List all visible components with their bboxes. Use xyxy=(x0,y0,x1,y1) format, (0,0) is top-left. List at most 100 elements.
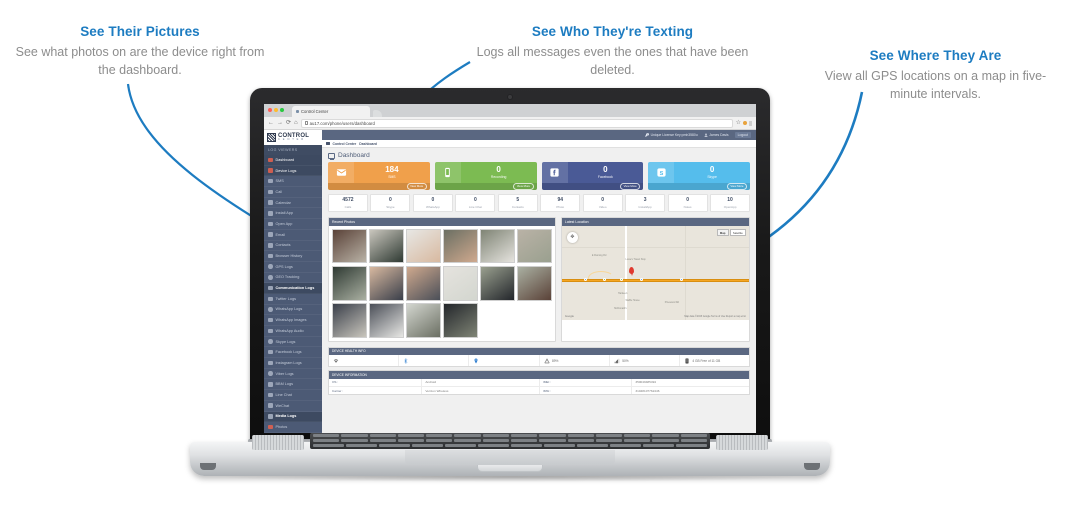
laptop-screen: Control Center ← → ⟳ ⌂ au17.com/phone/us… xyxy=(264,104,756,433)
stat-contacts[interactable]: 5 Contacts xyxy=(497,193,538,212)
sidebar-item-facebook-logs[interactable]: Facebook Logs xyxy=(264,347,322,359)
map-button[interactable]: Map xyxy=(716,228,729,237)
map-type-toggle[interactable]: Map Satellite xyxy=(716,228,746,237)
view-more-button[interactable]: View More xyxy=(726,182,747,190)
sidebar-item-bbm-logs[interactable]: BBM Logs xyxy=(264,379,322,391)
sidebar-item-open-app[interactable]: Open App xyxy=(264,219,322,230)
satellite-button[interactable]: Satellite xyxy=(729,228,746,237)
photo-thumbnail[interactable] xyxy=(369,228,404,264)
favicon-icon xyxy=(296,110,299,113)
new-tab-button[interactable] xyxy=(373,110,382,117)
sidebar-item-line-chat[interactable]: Line Chat xyxy=(264,390,322,401)
minimize-icon[interactable] xyxy=(274,108,278,112)
stat-notes[interactable]: 0 Notes xyxy=(667,193,708,212)
menu-icon[interactable] xyxy=(749,120,752,126)
photo-thumbnail[interactable] xyxy=(517,265,552,301)
sidebar-item-sms[interactable]: SMS xyxy=(264,176,322,188)
bookmark-star-icon[interactable]: ☆ xyxy=(736,120,741,126)
sidebar-item-device-logs[interactable]: Device Logs xyxy=(264,165,322,177)
photo-thumbnail[interactable] xyxy=(406,228,441,264)
photo-thumbnail[interactable] xyxy=(406,303,441,338)
card-sms[interactable]: 184 SMS View More xyxy=(328,162,430,190)
sidebar-item-email[interactable]: Email xyxy=(264,230,322,241)
stat-video[interactable]: 0 Video xyxy=(582,193,623,212)
sidebar-item-viber-logs[interactable]: Viber Logs xyxy=(264,369,322,380)
sidebar-item-geo-tracking[interactable]: GEO Tracking xyxy=(264,273,322,284)
bluetooth-icon xyxy=(403,357,409,364)
map-canvas[interactable]: ✥ Map Satellite E Flaming Rd Lowe's Trav… xyxy=(561,225,749,320)
card-label: Recording xyxy=(490,175,507,180)
view-more-button[interactable]: View More xyxy=(620,182,641,190)
photo-thumbnail[interactable] xyxy=(332,303,367,338)
sidebar-item-skype-logs[interactable]: Skype Logs xyxy=(264,337,322,348)
photo-thumbnail[interactable] xyxy=(332,228,367,264)
sidebar-item-whatsapp-images[interactable]: WhatsApp Images xyxy=(264,315,322,326)
device-information-panel: DEVICE INFORMATION OS : Android IMEI :3500… xyxy=(328,370,750,396)
stat-label: WhatsApp xyxy=(425,204,440,209)
photo-thumbnail[interactable] xyxy=(369,303,404,338)
sidebar-item-calendar[interactable]: Calendar xyxy=(264,198,322,209)
photo-thumbnail[interactable] xyxy=(406,265,441,301)
stat-calls[interactable]: 4572 Calls xyxy=(328,193,368,212)
laptop-mockup: Control Center ← → ⟳ ⌂ au17.com/phone/us… xyxy=(190,88,830,488)
sidebar-item-install-app[interactable]: Install App xyxy=(264,208,322,220)
sidebar-item-instagram-logs[interactable]: Instagram Logs xyxy=(264,358,322,369)
trackpad[interactable] xyxy=(405,450,615,464)
stat-installapp[interactable]: 3 InstallApp xyxy=(625,193,666,212)
logout-button[interactable]: Logout xyxy=(734,132,751,138)
stat-whatsapp[interactable]: 0 WhatsApp xyxy=(412,193,453,212)
card-skype[interactable]: S 0 Skype View More xyxy=(648,162,750,190)
sidebar-item-browser-history[interactable]: Browser History xyxy=(264,251,322,262)
reload-icon[interactable]: ⟳ xyxy=(286,120,291,126)
stat-openapp[interactable]: 10 OpenApp xyxy=(710,193,751,212)
device-info-key: IMSI : xyxy=(538,386,631,395)
tab-title: Control Center xyxy=(301,109,329,114)
breadcrumb-root[interactable]: Control Center xyxy=(333,142,357,146)
sidebar-item-contacts[interactable]: Contacts xyxy=(264,241,322,252)
user-menu[interactable]: James Davis xyxy=(704,133,729,137)
sidebar-item-dashboard[interactable]: Dashboard xyxy=(264,155,322,166)
stat-value: 0 xyxy=(473,197,477,203)
photo-thumbnail[interactable] xyxy=(369,265,404,301)
photo-thumbnail[interactable] xyxy=(443,228,478,264)
sidebar-item-wechat[interactable]: WeChat xyxy=(264,401,322,412)
card-recording[interactable]: 0 Recording View More xyxy=(434,162,537,190)
browser-tab[interactable]: Control Center xyxy=(292,106,370,117)
view-more-button[interactable]: View More xyxy=(406,182,427,190)
sidebar-item-twitter-logs[interactable]: Twitter Logs xyxy=(264,294,322,305)
card-facebook[interactable]: 0 Facebook View More xyxy=(541,162,644,190)
maximize-icon[interactable] xyxy=(280,108,284,112)
stat-photo[interactable]: 94 Photo xyxy=(540,193,581,212)
photo-thumbnail[interactable] xyxy=(332,265,367,301)
view-more-button[interactable]: View More xyxy=(513,182,534,190)
photo-thumbnail[interactable] xyxy=(517,228,552,264)
forward-icon[interactable]: → xyxy=(277,120,283,126)
pan-control[interactable]: ✥ xyxy=(566,231,578,243)
stat-line-chat[interactable]: 0 Line Chat xyxy=(455,193,496,212)
sidebar-section-communication-logs[interactable]: Communication Logs xyxy=(264,283,322,294)
photo-thumbnail[interactable] xyxy=(443,303,478,338)
sidebar-item-whatsapp-logs[interactable]: WhatsApp Logs xyxy=(264,305,322,316)
sidebar-item-label: Calendar xyxy=(275,200,291,205)
health-gps xyxy=(469,355,540,367)
sidebar-item-photos[interactable]: Photos xyxy=(264,422,322,433)
sidebar-item-gps-logs[interactable]: GPS Logs xyxy=(264,262,322,273)
sidebar-item-call[interactable]: Call xyxy=(264,187,322,198)
keyboard xyxy=(310,433,710,449)
photo-thumbnail[interactable] xyxy=(480,228,515,264)
sidebar-section-media-logs[interactable]: Media Logs xyxy=(264,411,322,423)
extension-icon[interactable] xyxy=(743,121,747,125)
map-road xyxy=(685,225,687,320)
back-icon[interactable]: ← xyxy=(268,120,274,126)
window-controls[interactable] xyxy=(268,108,284,112)
close-icon[interactable] xyxy=(268,108,272,112)
home-icon[interactable]: ⌂ xyxy=(294,120,298,126)
stat-skype[interactable]: 0 Skype xyxy=(370,193,411,212)
sidebar-item-whatsapp-audio[interactable]: WhatsApp Audio xyxy=(264,326,322,337)
map-label: McDonald's xyxy=(614,306,627,310)
user-icon xyxy=(704,133,708,137)
address-bar[interactable]: au17.com/phone/users/dashboard xyxy=(300,118,733,128)
photo-thumbnail[interactable] xyxy=(480,265,515,301)
callout-title: See Their Pictures xyxy=(80,24,200,39)
photo-thumbnail[interactable] xyxy=(443,265,478,301)
